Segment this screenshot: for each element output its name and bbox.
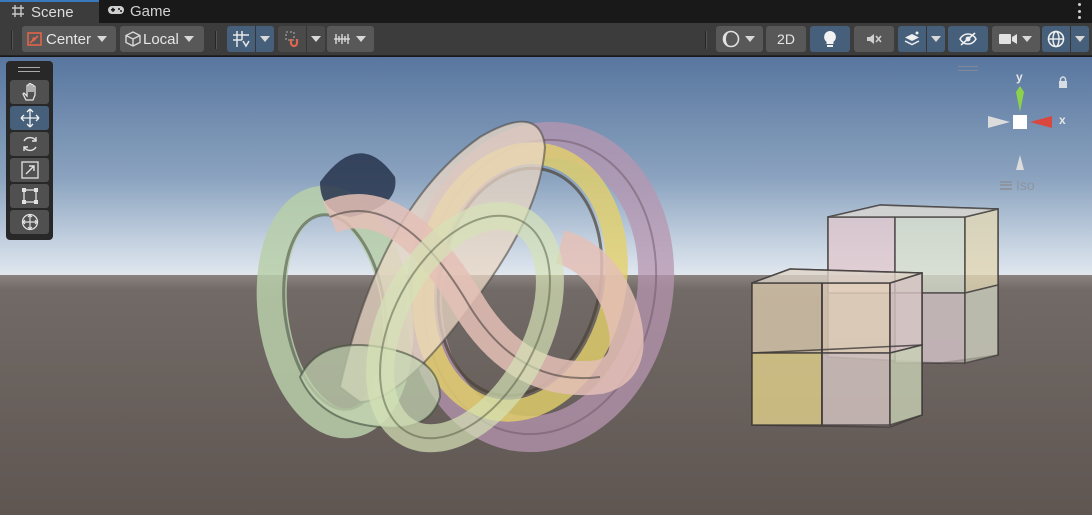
- grid-snap-button[interactable]: [227, 26, 255, 52]
- gamepad-icon: [107, 3, 125, 20]
- camera-settings-dropdown[interactable]: [992, 26, 1040, 52]
- gizmos-globe-icon: [1046, 29, 1066, 49]
- chevron-down-icon: [97, 36, 108, 42]
- tab-game[interactable]: Game: [107, 0, 171, 23]
- pivot-rotation-label: Local: [143, 30, 179, 48]
- projection-toggle[interactable]: Iso: [1000, 177, 1035, 193]
- toggle-2d-label: 2D: [777, 31, 795, 47]
- grid-snap-icon: [232, 30, 250, 48]
- scene-visibility-button[interactable]: [948, 26, 988, 52]
- increment-snap-button[interactable]: [278, 26, 306, 52]
- snap-magnet-icon: [283, 30, 301, 48]
- effects-dropdown[interactable]: [926, 26, 945, 52]
- grid-icon: [11, 4, 25, 22]
- pivot-rotation-dropdown[interactable]: Local: [120, 26, 204, 52]
- rect-tool-button[interactable]: [10, 184, 49, 208]
- scene-toolbar: Center Local 2D: [0, 23, 1092, 56]
- camera-icon: [998, 32, 1018, 46]
- layers-effects-icon: [903, 30, 921, 48]
- grid-visibility-dropdown[interactable]: [327, 26, 374, 52]
- rotate-icon: [20, 134, 40, 154]
- gizmos-dropdown[interactable]: [1070, 26, 1089, 52]
- toolbar-separator: [11, 31, 13, 49]
- axis-cones: [988, 86, 1052, 170]
- gizmos-toggle-button[interactable]: [1042, 26, 1070, 52]
- ruler-grid-icon: [333, 31, 351, 47]
- draw-mode-dropdown[interactable]: [716, 26, 763, 52]
- chevron-down-icon: [1075, 36, 1085, 42]
- toggle-2d-button[interactable]: 2D: [766, 26, 806, 52]
- hand-icon: [20, 82, 40, 102]
- chevron-down-icon: [183, 36, 194, 42]
- shaded-sphere-icon: [721, 29, 741, 49]
- move-tool-button[interactable]: [10, 106, 49, 130]
- cube-group-front: [751, 268, 923, 428]
- overlay-drag-handle[interactable]: [18, 67, 40, 72]
- tab-scene-label: Scene: [31, 4, 74, 21]
- scene-render: [0, 57, 1092, 515]
- tools-overlay: [6, 61, 53, 240]
- projection-label: Iso: [1016, 177, 1035, 193]
- rotate-tool-button[interactable]: [10, 132, 49, 156]
- transform-icon: [20, 212, 40, 232]
- pivot-center-icon: [26, 30, 44, 48]
- pivot-mode-dropdown[interactable]: Center: [22, 26, 116, 52]
- eye-hidden-icon: [958, 31, 978, 47]
- tab-game-label: Game: [130, 3, 171, 20]
- scale-tool-button[interactable]: [10, 158, 49, 182]
- chevron-down-icon: [931, 36, 941, 42]
- audio-toggle-button[interactable]: [854, 26, 894, 52]
- rect-transform-icon: [20, 186, 40, 206]
- tab-scene[interactable]: Scene: [0, 0, 99, 23]
- transform-tool-button[interactable]: [10, 210, 49, 234]
- scale-icon: [20, 160, 40, 180]
- tab-bar: Scene Game: [0, 0, 1092, 23]
- local-cube-icon: [124, 30, 142, 48]
- gizmo-drag-handle[interactable]: [958, 66, 978, 71]
- chevron-down-icon: [311, 36, 321, 42]
- grid-snap-dropdown[interactable]: [255, 26, 274, 52]
- effects-toggle-button[interactable]: [898, 26, 926, 52]
- chevron-down-icon: [356, 36, 366, 42]
- toolbar-separator: [215, 31, 217, 49]
- pivot-mode-label: Center: [46, 30, 92, 48]
- hand-tool-button[interactable]: [10, 80, 49, 104]
- increment-snap-dropdown[interactable]: [306, 26, 325, 52]
- chevron-down-icon: [745, 36, 755, 42]
- chevron-down-icon: [1022, 36, 1032, 42]
- move-arrows-icon: [20, 108, 40, 128]
- scene-window: Scene Game Center Local 2D y x Iso: [0, 0, 1092, 515]
- toolbar-separator: [705, 31, 707, 49]
- lighting-toggle-button[interactable]: [810, 26, 850, 52]
- menu-lines-icon: [1000, 180, 1012, 190]
- lightbulb-icon: [823, 30, 837, 48]
- chevron-down-icon: [260, 36, 270, 42]
- audio-mute-icon: [865, 31, 883, 47]
- more-options-icon[interactable]: [1074, 3, 1084, 19]
- scene-viewport[interactable]: [0, 57, 1092, 515]
